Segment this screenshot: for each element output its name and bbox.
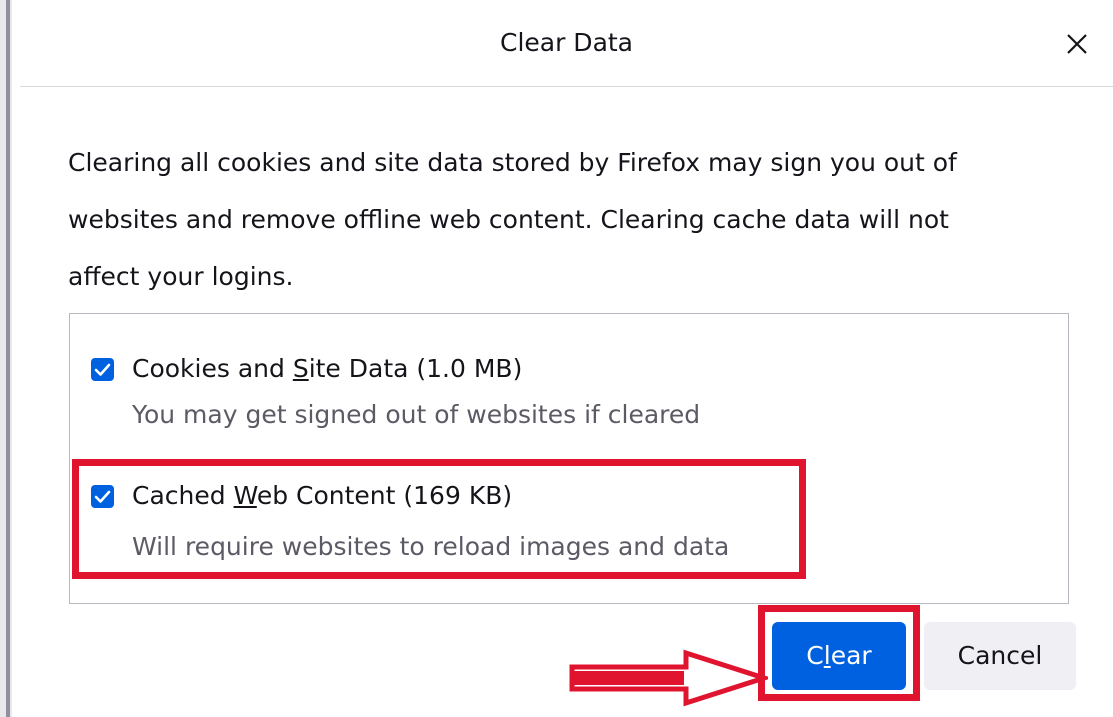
- dialog-description: Clearing all cookies and site data store…: [68, 134, 1068, 305]
- cookies-label[interactable]: Cookies and Site Data (1.0 MB): [132, 354, 522, 383]
- clear-button[interactable]: Clear: [772, 622, 906, 690]
- close-icon: [1067, 34, 1087, 54]
- cache-label[interactable]: Cached Web Content (169 KB): [132, 481, 512, 510]
- cookies-checkbox[interactable]: [91, 358, 114, 381]
- description-line: Clearing all cookies and site data store…: [68, 148, 957, 177]
- cookies-description: You may get signed out of websites if cl…: [132, 400, 701, 429]
- check-icon: [94, 490, 111, 503]
- clear-data-dialog: Clear Data Clearing all cookies and site…: [20, 0, 1113, 717]
- background-window-edge: [0, 0, 12, 717]
- dialog-title: Clear Data: [499, 28, 634, 57]
- cache-checkbox[interactable]: [91, 485, 114, 508]
- accesskey: l: [823, 641, 831, 670]
- arrow-right-annotation: [569, 649, 768, 707]
- cache-description: Will require websites to reload images a…: [132, 532, 730, 561]
- accesskey: W: [233, 481, 257, 510]
- close-button[interactable]: [1061, 28, 1093, 60]
- data-options-list: Cookies and Site Data (1.0 MB) You may g…: [69, 313, 1069, 604]
- check-icon: [94, 363, 111, 376]
- description-line: websites and remove offline web content.…: [68, 205, 949, 234]
- dialog-header: Clear Data: [20, 0, 1113, 87]
- accesskey: S: [292, 354, 309, 383]
- window-border: [6, 0, 10, 717]
- cancel-button[interactable]: Cancel: [924, 622, 1076, 690]
- description-line: affect your logins.: [68, 262, 294, 291]
